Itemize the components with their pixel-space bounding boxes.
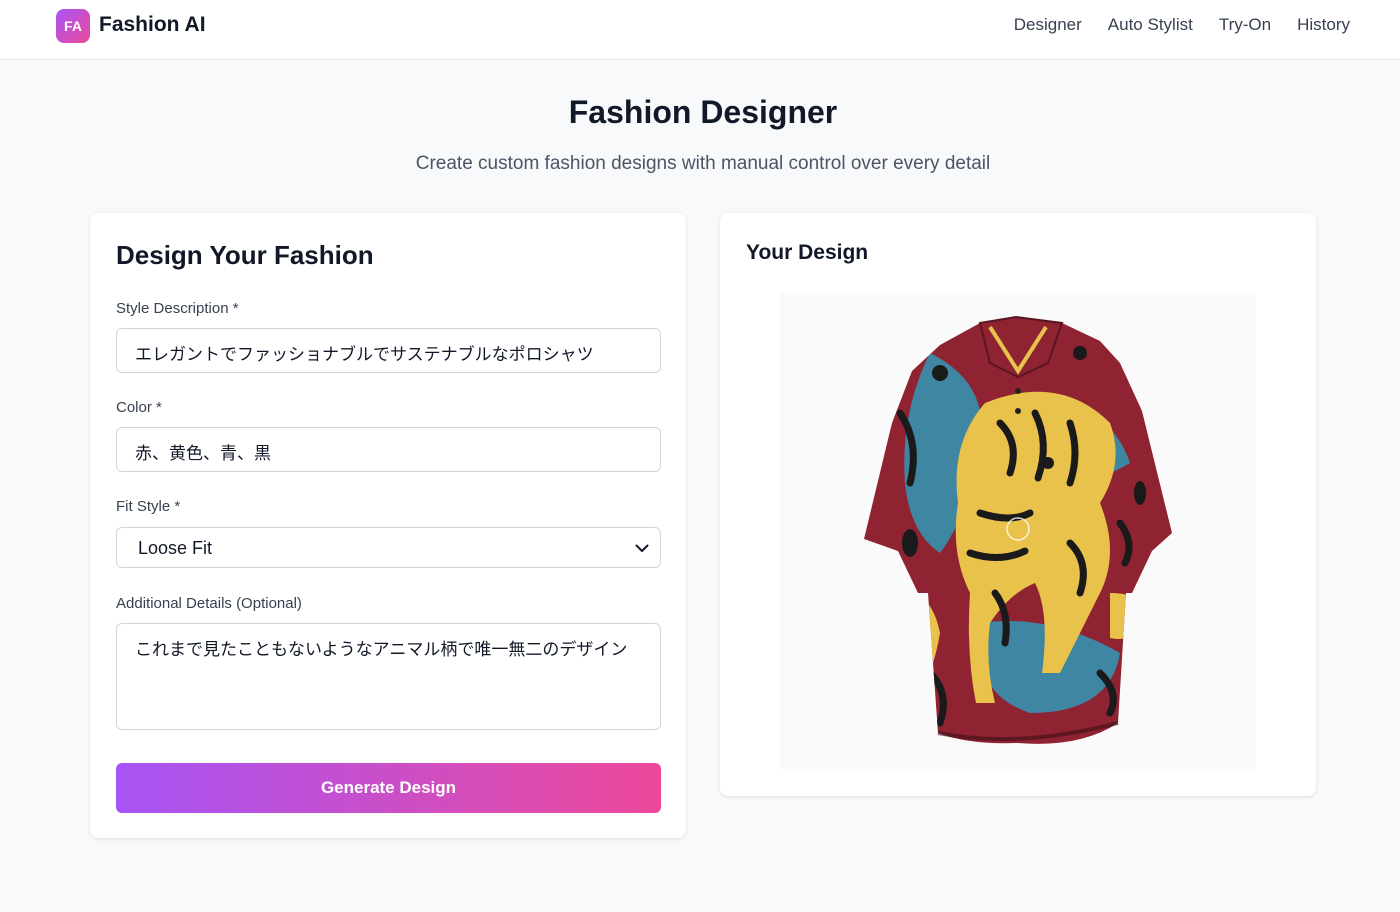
additional-details-value: これまで見たこともないようなアニマル柄で唯一無二のデザイン (135, 640, 628, 660)
style-description-value: エレガントでファッショナブルでサステナブルなポロシャツ (135, 345, 594, 365)
chevron-down-icon (635, 544, 649, 552)
nav-history[interactable]: History (1297, 15, 1350, 35)
fit-style-select[interactable]: Loose Fit (116, 527, 661, 568)
fit-style-value: Loose Fit (138, 538, 213, 558)
additional-details-textarea[interactable]: これまで見たこともないようなアニマル柄で唯一無二のデザイン (116, 623, 661, 730)
style-description-label: Style Description * (116, 300, 239, 317)
style-description-input[interactable]: エレガントでファッショナブルでサステナブルなポロシャツ (116, 328, 661, 373)
color-input[interactable]: 赤、黄色、青、黒 (116, 427, 661, 472)
page-subtitle: Create custom fashion designs with manua… (415, 153, 991, 174)
nav-try-on[interactable]: Try-On (1219, 15, 1271, 35)
app-logo[interactable]: FA (56, 9, 90, 43)
additional-details-label: Additional Details (Optional) (116, 595, 302, 612)
design-preview (780, 293, 1256, 769)
polo-shirt-image (780, 293, 1256, 769)
design-form-card: Design Your Fashion Style Description * … (90, 213, 686, 838)
nav-designer[interactable]: Designer (1014, 15, 1082, 35)
generate-design-button[interactable]: Generate Design (116, 763, 661, 813)
result-heading: Your Design (746, 241, 869, 264)
color-label: Color * (116, 399, 162, 416)
page-title: Fashion Designer (568, 94, 838, 130)
fit-style-label: Fit Style * (116, 498, 181, 515)
color-value: 赤、黄色、青、黒 (135, 444, 271, 464)
design-result-card: Your Design (720, 213, 1316, 796)
nav-auto-stylist[interactable]: Auto Stylist (1108, 15, 1193, 35)
brand-name[interactable]: Fashion AI (99, 13, 206, 37)
top-navbar: FA Fashion AI Designer Auto Stylist Try-… (0, 0, 1400, 60)
form-heading: Design Your Fashion (116, 240, 374, 270)
main-nav: Designer Auto Stylist Try-On History (1014, 15, 1350, 35)
